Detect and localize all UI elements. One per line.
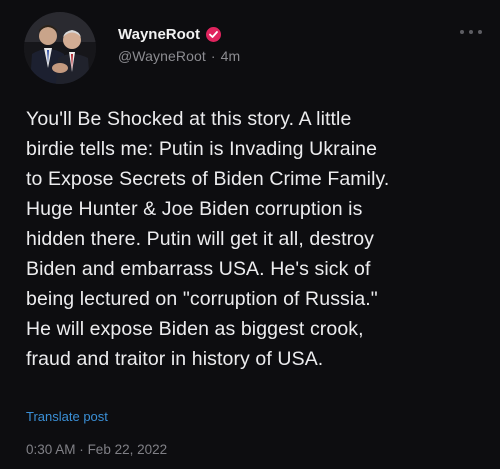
tweet-header: WayneRoot @WayneRoot · 4m bbox=[24, 6, 484, 86]
separator-dot: · bbox=[210, 48, 216, 64]
timestamp-date[interactable]: Feb 22, 2022 bbox=[88, 442, 168, 457]
timestamp-separator: · bbox=[79, 442, 84, 457]
more-dot-icon bbox=[469, 30, 473, 34]
avatar[interactable] bbox=[24, 12, 96, 84]
more-options-button[interactable] bbox=[460, 24, 482, 40]
more-dot-icon bbox=[478, 30, 482, 34]
verified-badge-icon bbox=[205, 26, 221, 42]
avatar-photo bbox=[24, 12, 96, 84]
timestamp-time[interactable]: 0:30 AM bbox=[26, 442, 76, 457]
more-dot-icon bbox=[460, 30, 464, 34]
display-name[interactable]: WayneRoot bbox=[118, 26, 200, 43]
post-age[interactable]: 4m bbox=[221, 48, 241, 64]
display-name-row: WayneRoot bbox=[118, 24, 240, 44]
translate-post-link[interactable]: Translate post bbox=[26, 409, 108, 424]
tweet-text: You'll Be Shocked at this story. A littl… bbox=[26, 108, 390, 370]
timestamp-row: 0:30 AM · Feb 22, 2022 bbox=[26, 442, 167, 457]
handle[interactable]: @WayneRoot bbox=[118, 48, 206, 64]
handle-row: @WayneRoot · 4m bbox=[118, 48, 240, 64]
author-names: WayneRoot @WayneRoot · 4m bbox=[118, 24, 240, 65]
tweet-card: WayneRoot @WayneRoot · 4m You'll Be Shocke… bbox=[0, 0, 500, 469]
